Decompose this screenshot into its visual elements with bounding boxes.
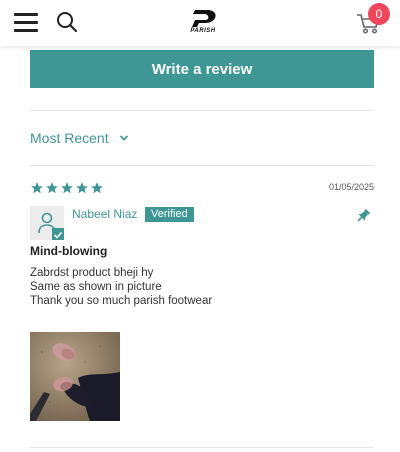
menu-icon[interactable] [14, 12, 38, 32]
logo-text: PARISH [190, 28, 216, 34]
pin-icon[interactable] [355, 208, 371, 224]
star-icon [46, 182, 58, 194]
review-photo[interactable] [30, 332, 120, 421]
divider [30, 110, 374, 111]
star-icon [61, 182, 73, 194]
review-body-line: Thank you so much parish footwear [30, 295, 213, 307]
divider [30, 447, 374, 448]
star-rating [30, 181, 104, 195]
review-body: Zabrdst product bheji hy Same as shown i… [30, 266, 212, 308]
verified-check-icon [52, 228, 64, 240]
star-icon [91, 182, 103, 194]
review-date: 01/05/2025 [328, 182, 374, 192]
verified-badge: Verified [145, 207, 194, 222]
parish-logo[interactable]: PARISH [186, 8, 220, 38]
avatar [30, 206, 64, 240]
site-header: PARISH 0 [0, 0, 400, 46]
sort-dropdown[interactable]: Most Recent [30, 129, 129, 147]
review-body-line: Zabrdst product bheji hy [30, 267, 154, 279]
star-icon [76, 182, 88, 194]
review-author: Nabeel Niaz [72, 207, 138, 221]
write-review-button[interactable]: Write a review [30, 50, 374, 88]
chevron-down-icon [119, 135, 128, 141]
divider [30, 165, 374, 166]
review-body-line: Same as shown in picture [30, 281, 162, 293]
star-icon [31, 182, 43, 194]
sort-label: Most Recent [30, 130, 109, 146]
search-icon[interactable] [56, 11, 78, 33]
cart-count-badge[interactable]: 0 [368, 3, 390, 25]
review-title: Mind-blowing [30, 244, 108, 258]
